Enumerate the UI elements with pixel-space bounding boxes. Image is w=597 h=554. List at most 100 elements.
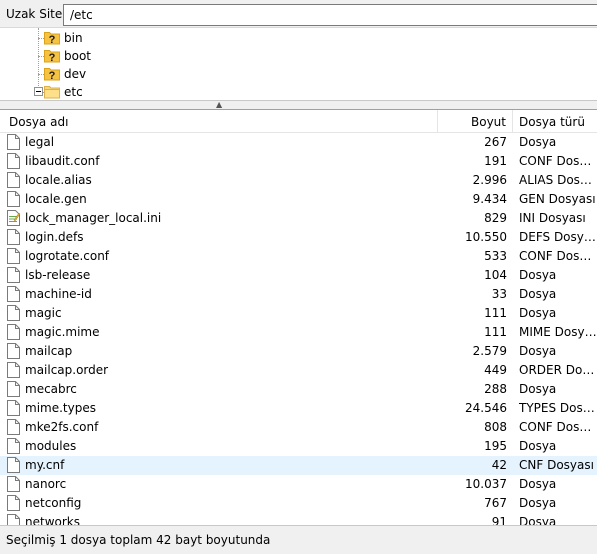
file-name: lsb-release — [25, 268, 91, 282]
file-name: legal — [25, 135, 55, 149]
file-name: modules — [25, 439, 77, 453]
file-row[interactable]: lock_manager_local.ini 829 INI Dosyası — [0, 209, 597, 228]
file-name: login.defs — [25, 230, 84, 244]
file-type: CONF Dosyası — [519, 420, 597, 434]
column-header-type[interactable]: Dosya türü — [513, 110, 597, 133]
file-row[interactable]: modules 195 Dosya — [0, 437, 597, 456]
status-bar: Seçilmiş 1 dosya toplam 42 bayt boyutund… — [0, 525, 597, 554]
file-size: 288 — [484, 382, 507, 396]
file-name: my.cnf — [25, 458, 65, 472]
file-type: GEN Dosyası — [519, 192, 596, 206]
file-type: CONF Dosyası — [519, 154, 597, 168]
tree-item-etc[interactable]: etc — [0, 83, 597, 100]
tree-item-dev[interactable]: ? dev — [0, 65, 597, 83]
splitter-arrow-icon: ▲ — [216, 100, 223, 109]
tree-item-label: etc — [64, 85, 83, 99]
file-name: locale.alias — [25, 173, 92, 187]
file-name: libaudit.conf — [25, 154, 100, 168]
file-row[interactable]: logrotate.conf 533 CONF Dosyası — [0, 247, 597, 266]
file-type: Dosya — [519, 439, 557, 453]
file-name: mke2fs.conf — [25, 420, 99, 434]
file-row[interactable]: lsb-release 104 Dosya — [0, 266, 597, 285]
remote-site-label: Uzak Site: — [6, 7, 67, 21]
file-size: 10.037 — [465, 477, 507, 491]
file-row[interactable]: networks 91 Dosya — [0, 513, 597, 525]
file-name: networks — [25, 515, 80, 525]
file-type: Dosya — [519, 287, 557, 301]
tree-item-label: bin — [64, 31, 83, 45]
file-size: 91 — [491, 515, 507, 525]
file-name: magic.mime — [25, 325, 100, 339]
file-row[interactable]: mecabrc 288 Dosya — [0, 380, 597, 399]
file-size: 111 — [484, 325, 507, 339]
file-size: 449 — [484, 363, 507, 377]
file-name: lock_manager_local.ini — [25, 211, 162, 225]
file-name: mailcap — [25, 344, 73, 358]
file-name: mime.types — [25, 401, 96, 415]
file-type: Dosya — [519, 306, 557, 320]
tree-item-label: dev — [64, 67, 87, 81]
file-type: Dosya — [519, 135, 557, 149]
file-row[interactable]: mailcap.order 449 ORDER Dosyası — [0, 361, 597, 380]
svg-text:?: ? — [49, 52, 56, 63]
remote-file-list[interactable]: Dosya adı Boyut Dosya türü legal 267 Dosya… — [0, 109, 597, 525]
file-type: MIME Dosyası — [519, 325, 597, 339]
file-type: TYPES Dosyası — [519, 401, 597, 415]
file-type: ALIAS Dosyası — [519, 173, 597, 187]
file-size: 9.434 — [472, 192, 507, 206]
file-row[interactable]: my.cnf 42 CNF Dosyası — [0, 456, 597, 475]
file-type: Dosya — [519, 496, 557, 510]
file-type: Dosya — [519, 344, 557, 358]
tree-item-label: boot — [64, 49, 92, 63]
file-size: 42 — [491, 458, 507, 472]
file-size: 2.996 — [472, 173, 507, 187]
file-row[interactable]: netconfig 767 Dosya — [0, 494, 597, 513]
file-row[interactable]: magic 111 Dosya — [0, 304, 597, 323]
column-header-name[interactable]: Dosya adı — [0, 110, 438, 133]
file-row[interactable]: mailcap 2.579 Dosya — [0, 342, 597, 361]
file-size: 808 — [484, 420, 507, 434]
pane-splitter[interactable]: ▲ — [0, 100, 597, 109]
file-name: mecabrc — [25, 382, 77, 396]
remote-path-input[interactable]: /etc — [63, 4, 597, 26]
collapse-icon[interactable] — [34, 87, 43, 96]
file-size: 533 — [484, 249, 507, 263]
file-row[interactable]: machine-id 33 Dosya — [0, 285, 597, 304]
remote-directory-tree[interactable]: ? bin? boot? dev etc — [0, 28, 597, 101]
file-size: 10.550 — [465, 230, 507, 244]
file-type: CNF Dosyası — [519, 458, 594, 472]
file-size: 24.546 — [465, 401, 507, 415]
file-size: 829 — [484, 211, 507, 225]
file-type: CONF Dosyası — [519, 249, 597, 263]
tree-item-bin[interactable]: ? bin — [0, 29, 597, 47]
file-size: 33 — [491, 287, 507, 301]
file-type: DEFS Dosyası — [519, 230, 597, 244]
file-type: Dosya — [519, 268, 557, 282]
remote-site-bar: Uzak Site: /etc — [0, 0, 597, 28]
tree-item-boot[interactable]: ? boot — [0, 47, 597, 65]
status-text: Seçilmiş 1 dosya toplam 42 bayt boyutund… — [6, 533, 271, 547]
file-type: Dosya — [519, 382, 557, 396]
file-type: ORDER Dosyası — [519, 363, 597, 377]
file-size: 191 — [484, 154, 507, 168]
file-row[interactable]: nanorc 10.037 Dosya — [0, 475, 597, 494]
file-size: 267 — [484, 135, 507, 149]
file-row[interactable]: locale.gen 9.434 GEN Dosyası — [0, 190, 597, 209]
file-row[interactable]: login.defs 10.550 DEFS Dosyası — [0, 228, 597, 247]
file-name: machine-id — [25, 287, 92, 301]
file-row[interactable]: mke2fs.conf 808 CONF Dosyası — [0, 418, 597, 437]
file-name: netconfig — [25, 496, 82, 510]
file-row[interactable]: legal 267 Dosya — [0, 133, 597, 152]
file-row[interactable]: locale.alias 2.996 ALIAS Dosyası — [0, 171, 597, 190]
svg-text:?: ? — [49, 70, 56, 81]
file-name: nanorc — [25, 477, 67, 491]
column-header-size[interactable]: Boyut — [438, 110, 513, 133]
file-row[interactable]: magic.mime 111 MIME Dosyası — [0, 323, 597, 342]
file-name: logrotate.conf — [25, 249, 110, 263]
file-type: INI Dosyası — [519, 211, 586, 225]
file-size: 111 — [484, 306, 507, 320]
svg-text:?: ? — [49, 34, 56, 45]
file-row[interactable]: mime.types 24.546 TYPES Dosyası — [0, 399, 597, 418]
file-size: 767 — [484, 496, 507, 510]
file-row[interactable]: libaudit.conf 191 CONF Dosyası — [0, 152, 597, 171]
